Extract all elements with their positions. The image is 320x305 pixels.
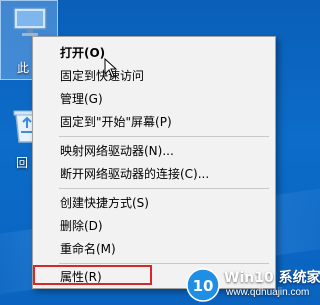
this-pc-label: 此 xyxy=(17,61,30,75)
menu-separator xyxy=(59,136,269,137)
mouse-cursor-icon xyxy=(104,58,118,78)
properties-highlight-box xyxy=(33,265,152,285)
menu-item-pin-quick-access[interactable]: 固定到快速访问 xyxy=(33,65,275,87)
recycle-bin-label: 回 xyxy=(16,156,29,170)
menu-item-pin-start[interactable]: 固定到"开始"屏幕(P) xyxy=(33,111,275,133)
menu-separator xyxy=(59,188,269,189)
watermark-title: Win10 系统家园 xyxy=(224,270,320,286)
watermark-url: www.qdhuajin.com xyxy=(226,287,310,298)
site-watermark: 10 Win10 系统家园 www.qdhuajin.com xyxy=(186,266,320,305)
context-menu: 打开(O) 固定到快速访问 管理(G) 固定到"开始"屏幕(P) 映射网络驱动器… xyxy=(32,36,276,289)
menu-item-disconnect-network-drive[interactable]: 断开网络驱动器的连接(C)... xyxy=(33,163,275,185)
svg-text:10: 10 xyxy=(193,277,214,295)
win10-logo-icon: 10 xyxy=(186,268,220,302)
menu-item-delete[interactable]: 删除(D) xyxy=(33,215,275,237)
menu-item-manage[interactable]: 管理(G) xyxy=(33,88,275,110)
menu-separator xyxy=(59,263,269,264)
menu-item-open[interactable]: 打开(O) xyxy=(33,42,275,64)
monitor-icon xyxy=(13,7,47,36)
menu-item-rename[interactable]: 重命名(M) xyxy=(33,238,275,260)
menu-item-create-shortcut[interactable]: 创建快捷方式(S) xyxy=(33,192,275,214)
menu-item-map-network-drive[interactable]: 映射网络驱动器(N)... xyxy=(33,140,275,162)
